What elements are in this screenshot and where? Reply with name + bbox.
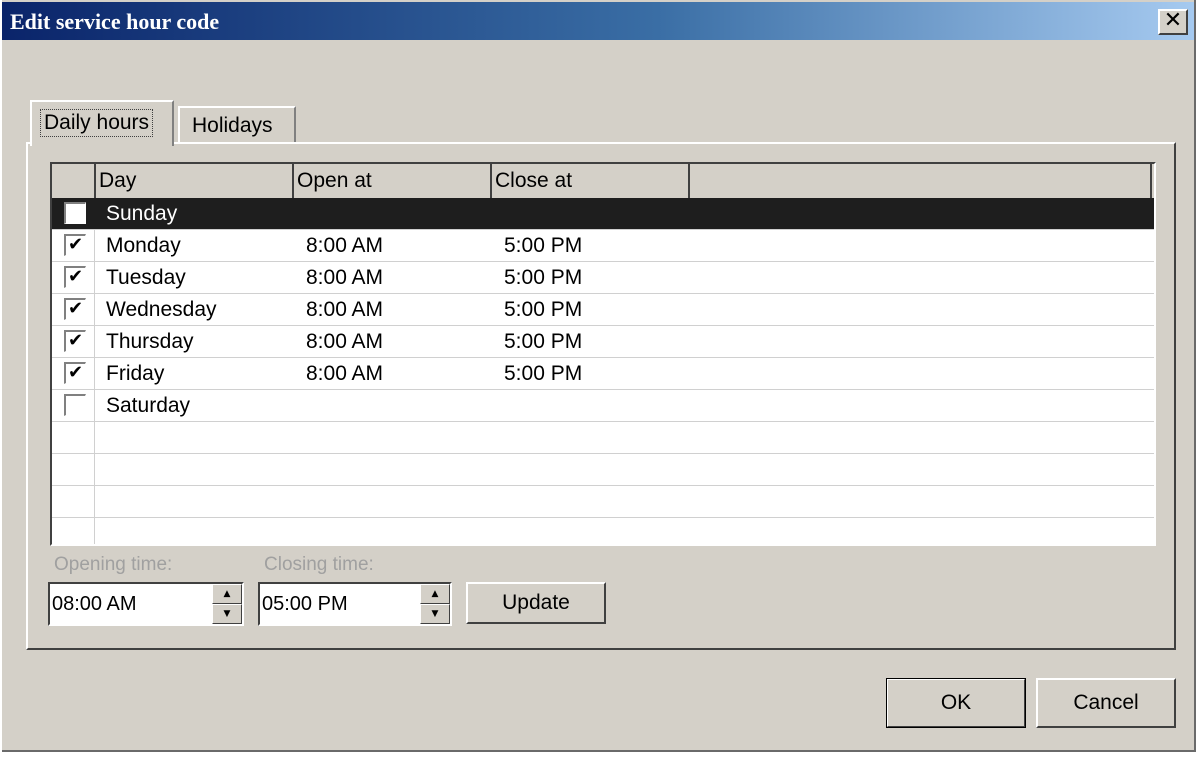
closing-time-label: Closing time:: [264, 554, 374, 575]
grid-empty-row: [52, 454, 1154, 486]
checkbox-column-header[interactable]: [52, 164, 96, 198]
day-cell: Friday: [106, 362, 165, 385]
day-cell: Thursday: [106, 330, 194, 353]
day-cell: Tuesday: [106, 266, 186, 289]
opening-time-spin-buttons: ▲ ▼: [212, 584, 242, 624]
column-header-day[interactable]: Day: [96, 164, 294, 198]
row-checkbox[interactable]: ✔: [64, 266, 86, 288]
grid-row-friday[interactable]: ✔ Friday 8:00 AM 5:00 PM: [52, 358, 1154, 390]
tab-holidays-label: Holidays: [192, 114, 273, 137]
spin-down-icon[interactable]: ▼: [212, 604, 242, 624]
grid-header: Day Open at Close at: [52, 164, 1154, 198]
row-checkbox[interactable]: ✔: [64, 330, 86, 352]
open-at-cell: 8:00 AM: [306, 234, 384, 257]
column-header-close-at[interactable]: Close at: [492, 164, 690, 198]
grid-row-wednesday[interactable]: ✔ Wednesday 8:00 AM 5:00 PM: [52, 294, 1154, 326]
grid-row-tuesday[interactable]: ✔ Tuesday 8:00 AM 5:00 PM: [52, 262, 1154, 294]
grid-empty-row: [52, 518, 1154, 544]
open-at-cell: 8:00 AM: [306, 330, 384, 353]
open-at-cell: 8:00 AM: [306, 362, 384, 385]
close-at-cell: 5:00 PM: [504, 362, 583, 385]
row-checkbox[interactable]: ✔: [64, 362, 86, 384]
grid-row-monday[interactable]: ✔ Monday 8:00 AM 5:00 PM: [52, 230, 1154, 262]
daily-hours-grid[interactable]: Day Open at Close at Sunday ✔ Monday 8:0…: [50, 162, 1156, 546]
grid-empty-row: [52, 486, 1154, 518]
spin-up-icon[interactable]: ▲: [420, 584, 450, 604]
grid-empty-row: [52, 422, 1154, 454]
day-cell: Wednesday: [106, 298, 217, 321]
row-checkbox[interactable]: [64, 202, 86, 224]
title-bar: Edit service hour code ✕: [2, 2, 1194, 40]
closing-time-spin-buttons: ▲ ▼: [420, 584, 450, 624]
update-button[interactable]: Update: [466, 582, 606, 624]
row-checkbox[interactable]: [64, 394, 86, 416]
day-cell: Saturday: [106, 394, 191, 417]
row-checkbox[interactable]: ✔: [64, 234, 86, 256]
column-header-open-at[interactable]: Open at: [294, 164, 492, 198]
open-at-cell: 8:00 AM: [306, 298, 384, 321]
dialog-title: Edit service hour code: [10, 9, 220, 34]
close-at-cell: 5:00 PM: [504, 298, 583, 321]
row-checkbox[interactable]: ✔: [64, 298, 86, 320]
column-header-filler: [690, 164, 1152, 198]
grid-row-saturday[interactable]: Saturday: [52, 390, 1154, 422]
closing-time-input[interactable]: 05:00 PM: [262, 584, 348, 624]
ok-button[interactable]: OK: [886, 678, 1026, 728]
tab-holidays[interactable]: Holidays: [178, 106, 296, 142]
close-at-cell: 5:00 PM: [504, 330, 583, 353]
day-cell: Monday: [106, 234, 181, 257]
closing-time-spinner[interactable]: 05:00 PM ▲ ▼: [258, 582, 452, 626]
open-at-cell: 8:00 AM: [306, 266, 384, 289]
close-at-cell: 5:00 PM: [504, 266, 583, 289]
opening-time-input[interactable]: 08:00 AM: [52, 584, 137, 624]
opening-time-label: Opening time:: [54, 554, 173, 575]
opening-time-spinner[interactable]: 08:00 AM ▲ ▼: [48, 582, 244, 626]
grid-row-sunday[interactable]: Sunday: [52, 198, 1154, 230]
cancel-button[interactable]: Cancel: [1036, 678, 1176, 728]
grid-row-thursday[interactable]: ✔ Thursday 8:00 AM 5:00 PM: [52, 326, 1154, 358]
tab-daily-hours[interactable]: Daily hours: [30, 100, 174, 146]
spin-down-icon[interactable]: ▼: [420, 604, 450, 624]
close-at-cell: 5:00 PM: [504, 234, 583, 257]
close-icon[interactable]: ✕: [1158, 9, 1188, 35]
spin-up-icon[interactable]: ▲: [212, 584, 242, 604]
tab-daily-hours-label: Daily hours: [40, 109, 154, 137]
day-cell: Sunday: [106, 202, 178, 225]
